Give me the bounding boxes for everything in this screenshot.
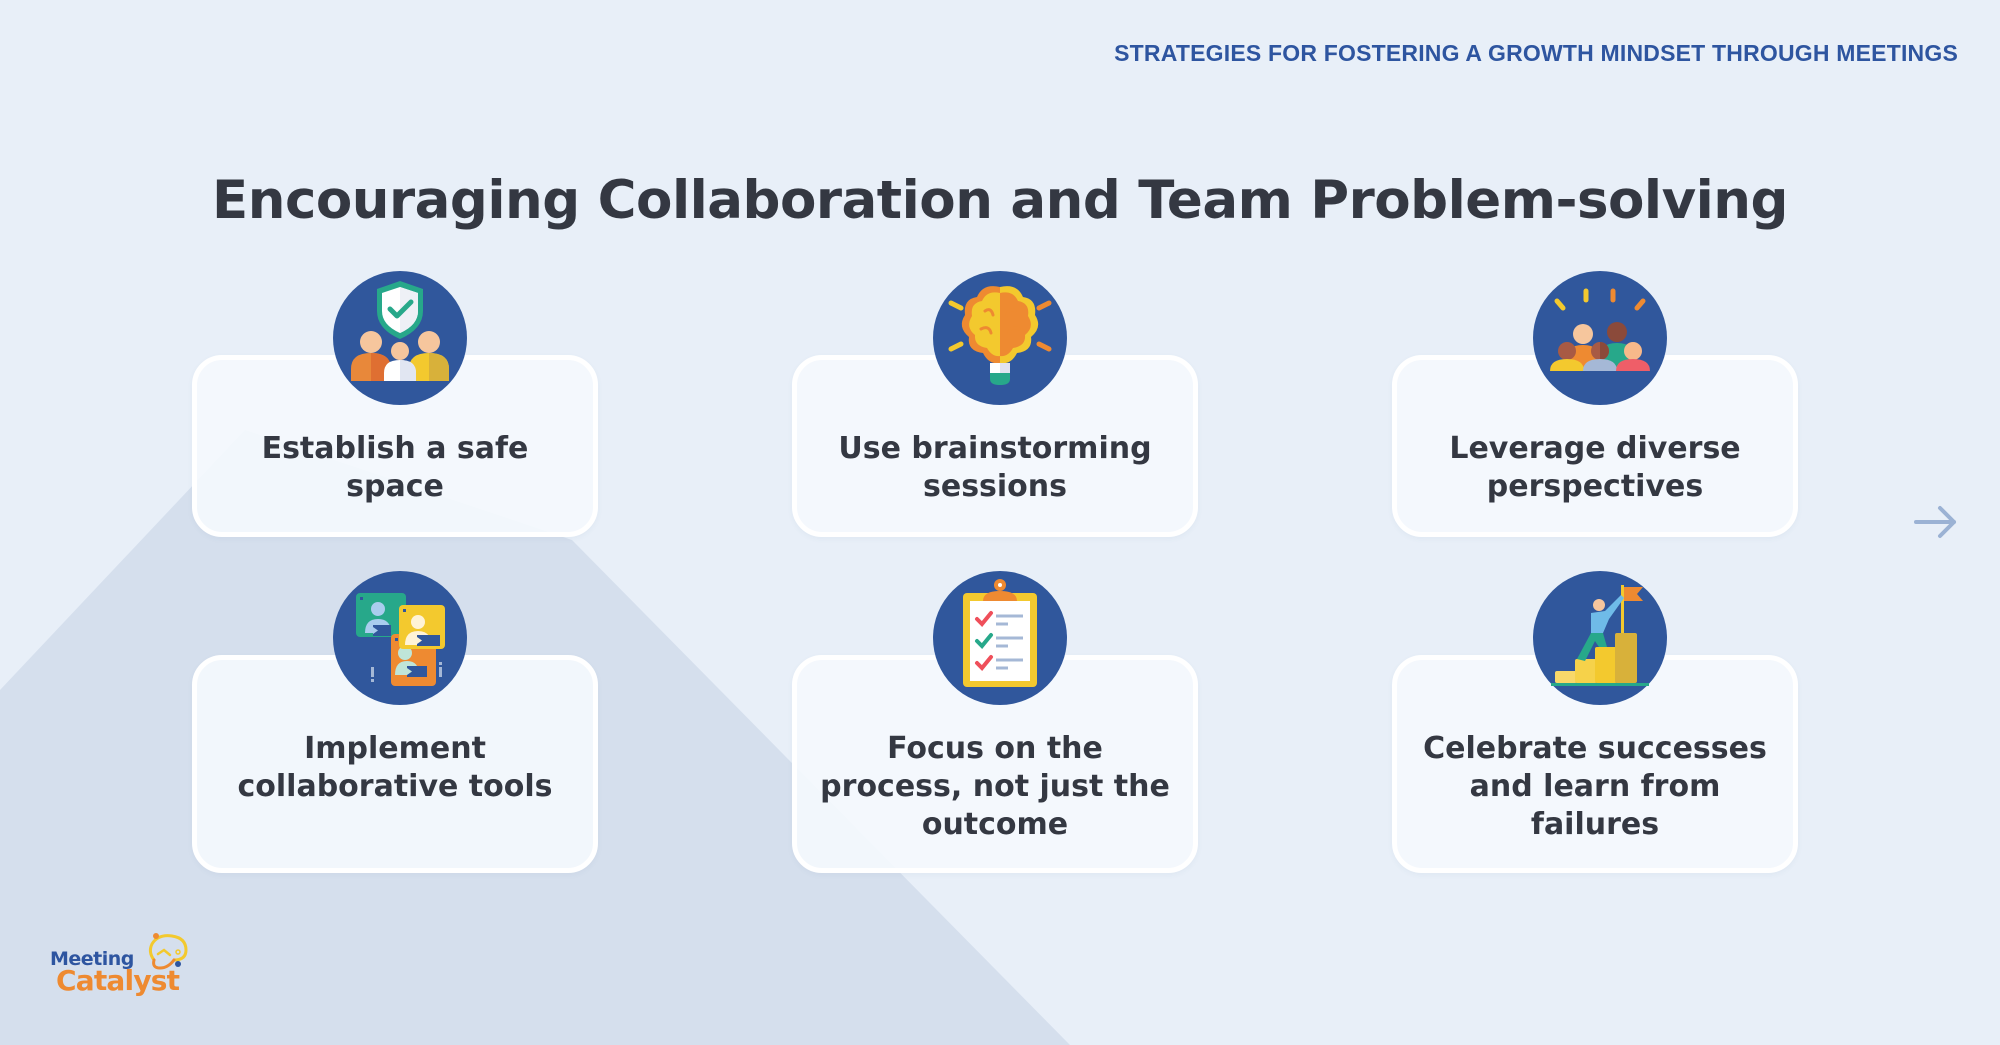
- checklist-clipboard-icon: [933, 571, 1067, 705]
- climb-flag-icon: [1533, 571, 1667, 705]
- next-slide-button[interactable]: [1912, 502, 1960, 542]
- card-label: Use brainstorming sessions: [838, 431, 1152, 504]
- card-label: Implement collaborative tools: [237, 731, 553, 804]
- diverse-group-icon: [1533, 271, 1667, 405]
- brain-lightbulb-icon: [933, 271, 1067, 405]
- page-title: Encouraging Collaboration and Team Probl…: [212, 170, 1788, 231]
- arrow-right-icon: [1914, 506, 1956, 538]
- video-call-icon: [333, 571, 467, 705]
- series-kicker: STRATEGIES FOR FOSTERING A GROWTH MINDSE…: [1114, 40, 1958, 66]
- shield-team-icon: [333, 271, 467, 405]
- card-label: Celebrate successes and learn from failu…: [1423, 731, 1767, 842]
- brand-logo: Meeting Catalyst: [46, 930, 196, 1000]
- card-label: Focus on the process, not just the outco…: [820, 731, 1170, 842]
- card-label: Establish a safe space: [261, 431, 529, 504]
- logo-text-catalyst: Catalyst: [56, 964, 180, 997]
- card-label: Leverage diverse perspectives: [1449, 431, 1741, 504]
